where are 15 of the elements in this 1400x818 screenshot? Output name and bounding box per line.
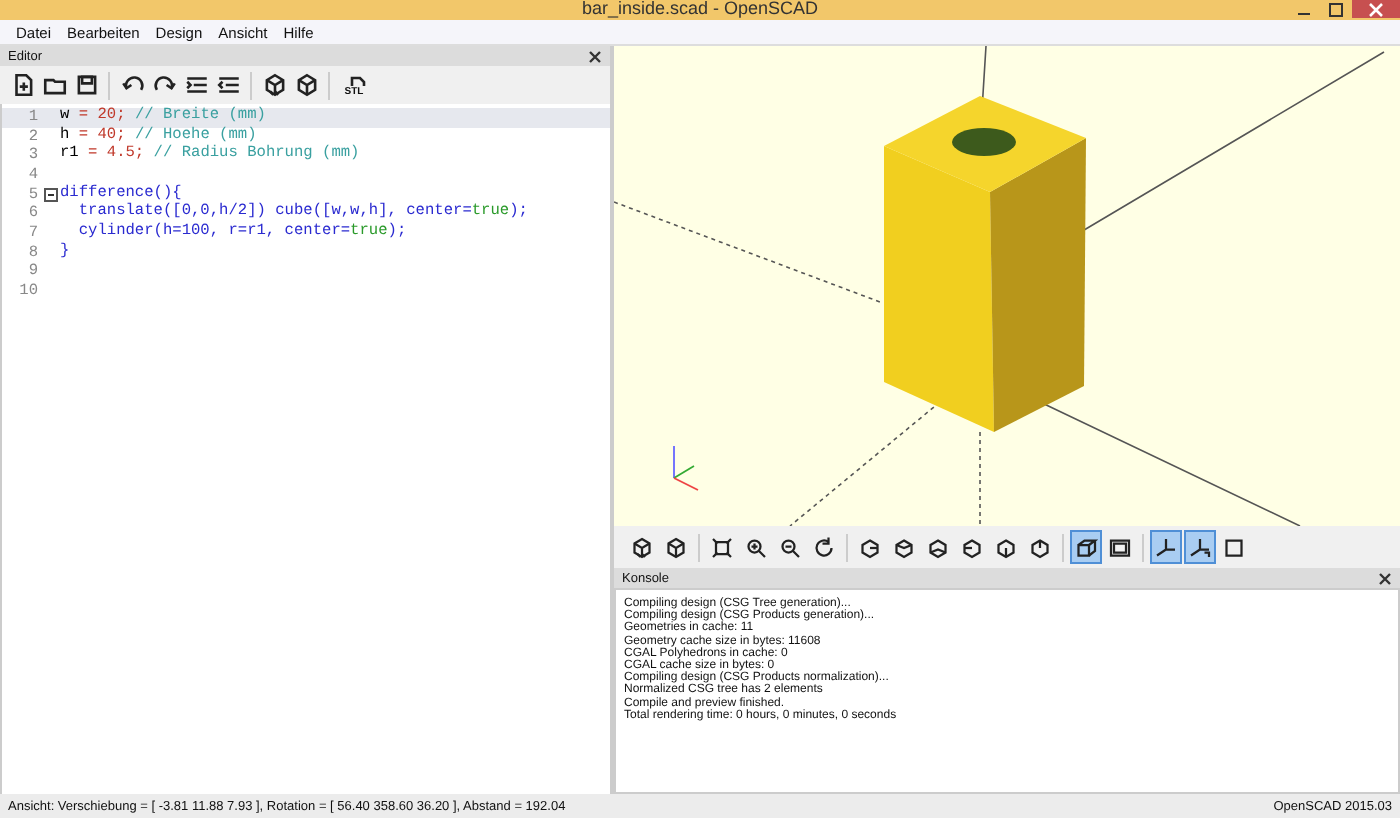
perspective-icon[interactable]: [1070, 530, 1102, 564]
close-icon[interactable]: [1378, 571, 1392, 585]
axes-icon[interactable]: [1150, 530, 1182, 564]
save-icon[interactable]: [72, 71, 100, 99]
preview-icon[interactable]: [260, 71, 288, 99]
scale-icon[interactable]: [1184, 530, 1216, 564]
close-icon[interactable]: [588, 49, 602, 63]
fold-icon[interactable]: [44, 188, 58, 203]
close-button[interactable]: [1352, 0, 1400, 18]
window-title: bar_inside.scad - OpenSCAD: [581, 0, 819, 18]
indent-icon[interactable]: [182, 71, 210, 99]
axis-indicator-icon: [673, 445, 699, 491]
render-icon[interactable]: [292, 71, 320, 99]
unindent-icon[interactable]: [214, 71, 242, 99]
maximize-icon[interactable]: [1328, 1, 1344, 17]
